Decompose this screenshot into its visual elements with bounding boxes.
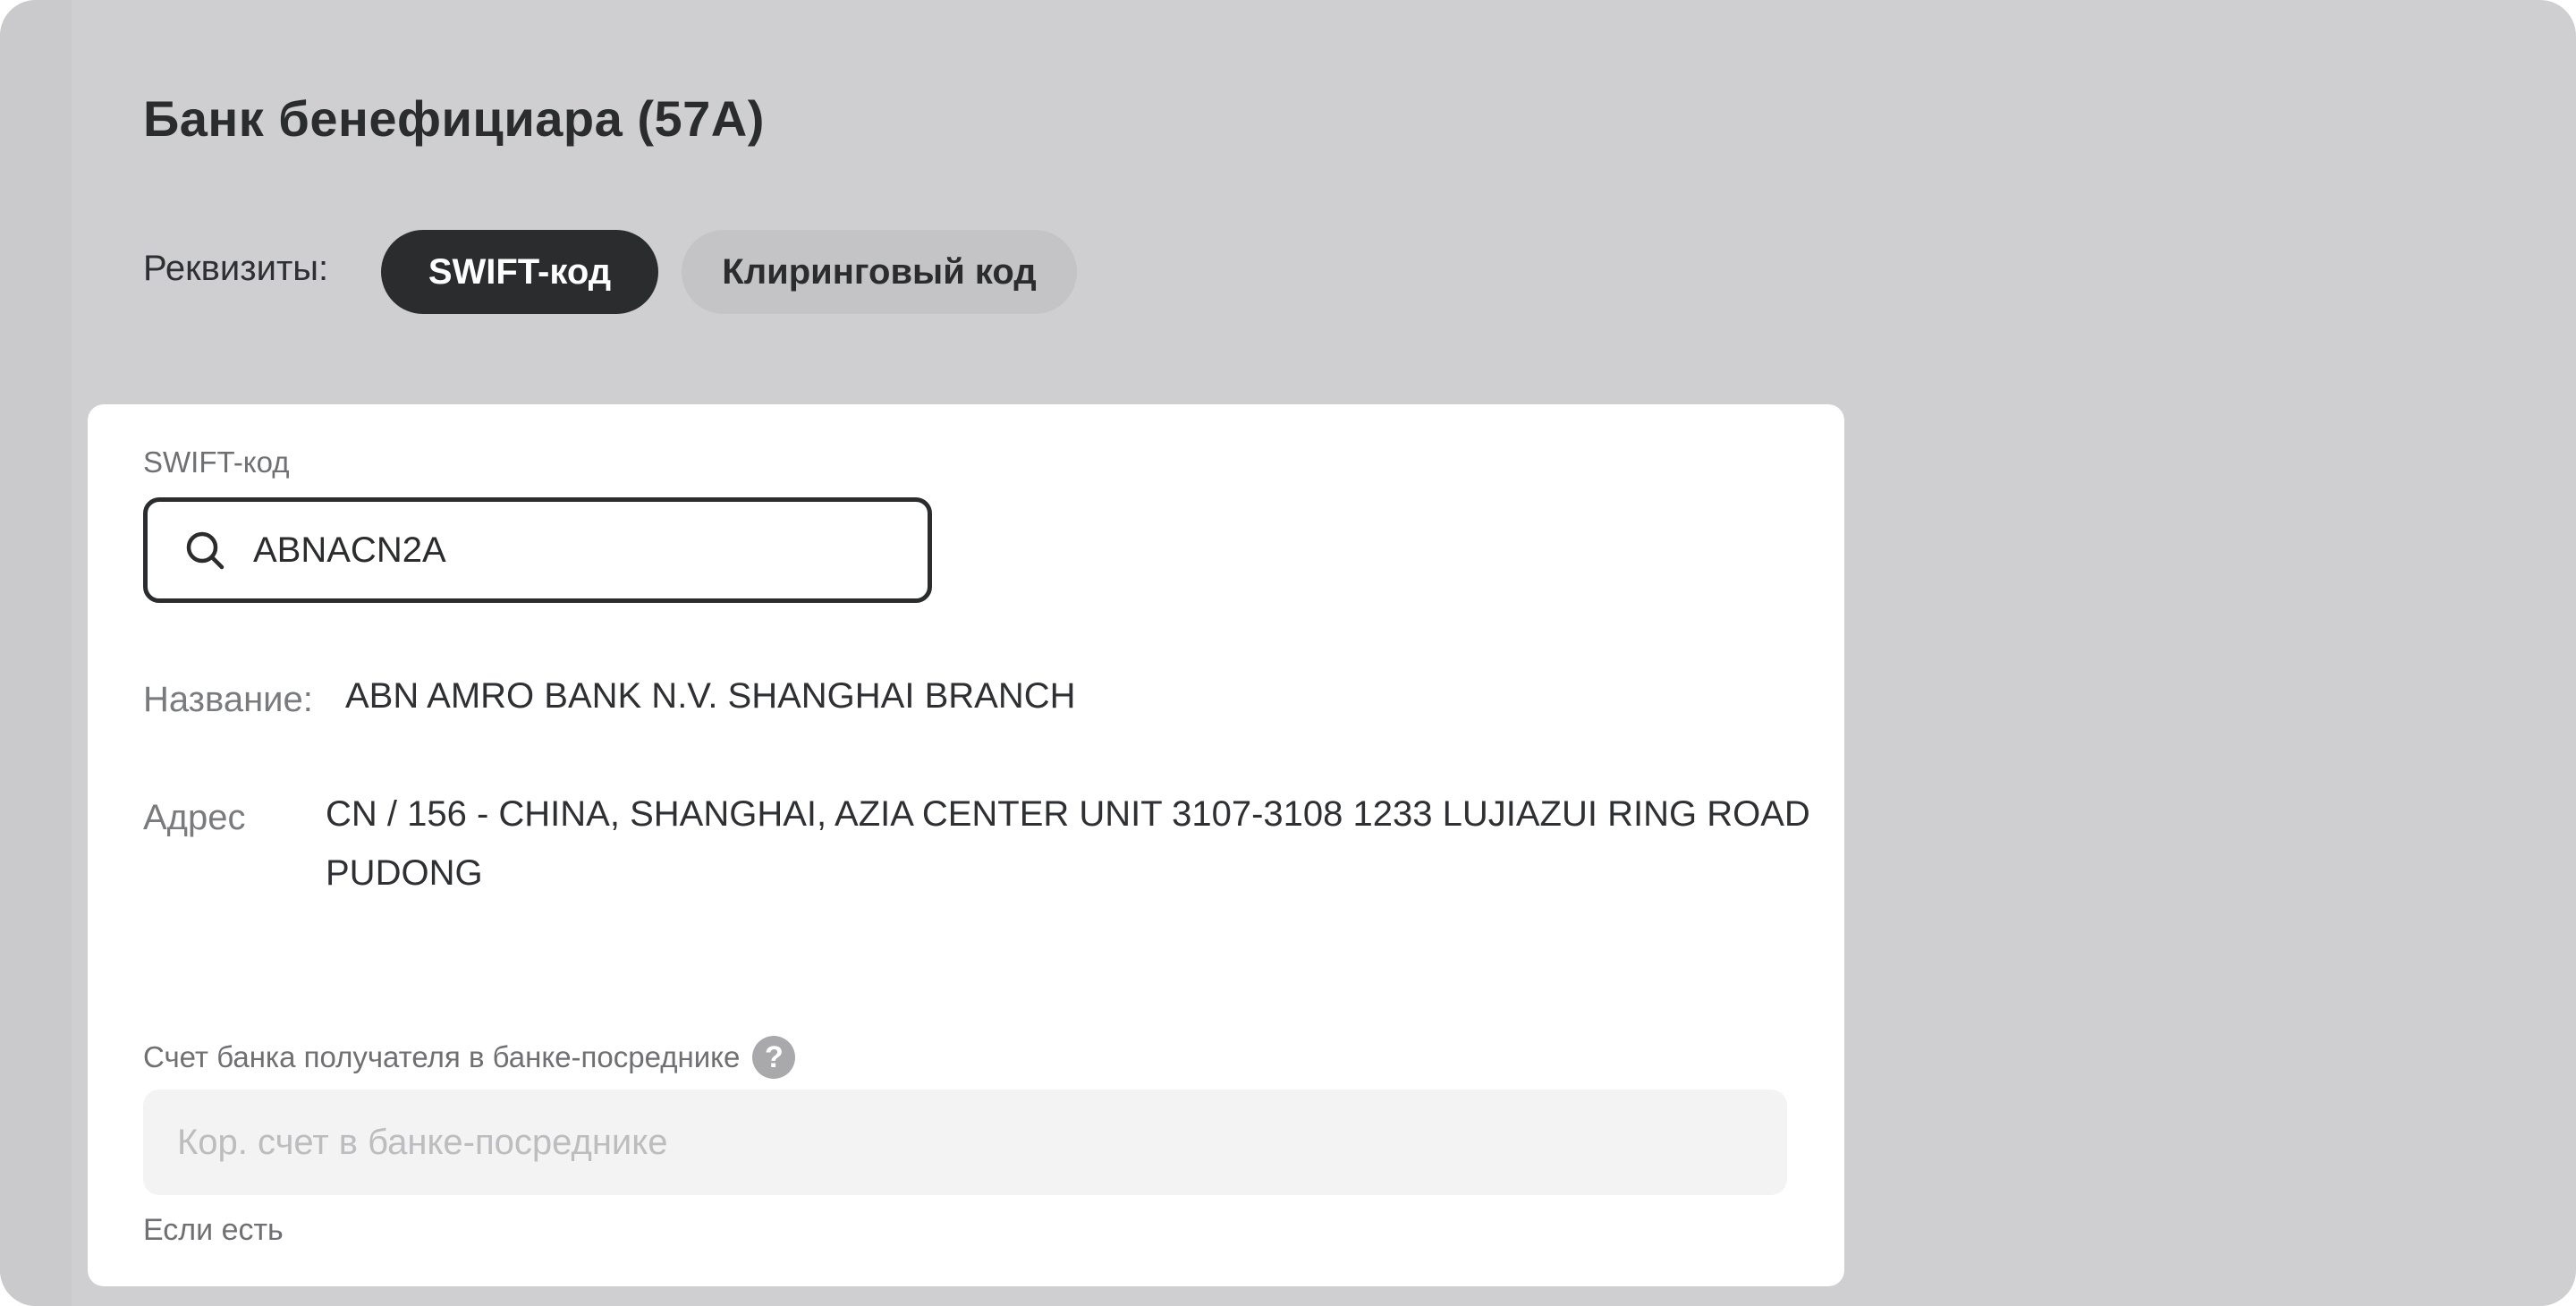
bank-name-key: Название: [143,680,313,719]
requisites-label: Реквизиты: [143,249,329,288]
intermediary-account-label-row: Счет банка получателя в банке-посреднике… [143,1036,796,1079]
swift-field-label: SWIFT-код [143,445,290,479]
search-icon [182,527,228,573]
screen: Банк бенефициара (57А) Реквизиты: SWIFT-… [0,0,2576,1306]
intermediary-account-hint: Если есть [143,1213,284,1247]
swift-code-toggle-button[interactable]: SWIFT-код [381,230,658,314]
bank-details-card: SWIFT-код Название: ABN AMRO BANK N.V. S… [88,404,1844,1286]
swift-code-input[interactable] [253,530,879,571]
bank-address-value: CN / 156 - CHINA, SHANGHAI, AZIA CENTER … [326,794,1810,893]
bank-name-value: ABN AMRO BANK N.V. SHANGHAI BRANCH [345,676,1076,716]
left-strip [0,0,72,1306]
bank-address-key: Адрес [143,798,246,837]
question-icon[interactable]: ? [752,1036,796,1079]
section-title: Банк бенефициара (57А) [143,90,765,147]
intermediary-account-label: Счет банка получателя в банке-посреднике [143,1040,741,1073]
clearing-code-toggle-button[interactable]: Клиринговый код [682,230,1077,314]
swift-search-field[interactable] [143,497,932,603]
intermediary-account-input[interactable] [143,1090,1787,1195]
